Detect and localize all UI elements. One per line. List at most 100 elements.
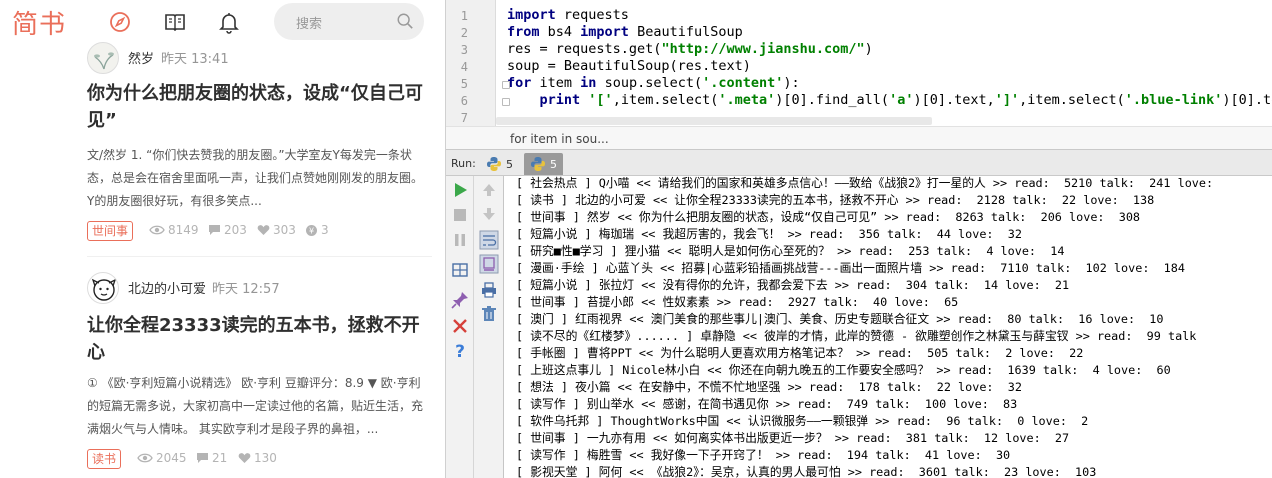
article-abstract: 文/然岁 1. “你们快去赞我的朋友圈。”大学室友Y每发完一条状态，总是会在宿舍… [87,148,424,208]
bell-icon[interactable] [217,10,241,34]
rerun-icon[interactable] [450,180,470,200]
article-card: 然岁 昨天 13:41 你为什么把朋友圈的状态，设成“仅自己可见” 文/然岁 1… [87,42,432,243]
views-stat: 8149 [149,223,199,237]
line-number: 5 [460,77,468,91]
run-tab-label: 5 [550,157,557,171]
help-icon[interactable]: ? [450,341,470,361]
line-number: 1 [460,9,468,23]
article-meta: 世间事 8149 203 303 ¥ 3 [87,221,432,243]
code-keyword: import [507,7,556,23]
code-token: soup = BeautifulSoup(res.text) [507,58,751,74]
code-string: "http://www.jianshu.com/" [661,41,865,57]
code-line[interactable]: import requests [507,7,629,23]
avatar-plant-icon [94,52,114,70]
pause-icon[interactable] [450,230,470,250]
ide-window: 1 2 3 4 5 6 7 import requests from bs4 im… [445,0,1272,478]
code-string: '[' [588,92,613,108]
heart-icon [257,225,270,235]
line-number: 7 [460,111,468,125]
code-token: ): [783,75,800,91]
breadcrumb-text[interactable]: for item in sou... [510,132,609,146]
article-title[interactable]: 让你全程23333读完的五本书，拯救不开心 [87,312,432,366]
article-card: 北边的小可爱 昨天 12:57 让你全程23333读完的五本书，拯救不开心 ① … [87,272,432,471]
search-icon[interactable] [396,12,414,30]
code-token: ,item.select( [612,92,719,108]
avatar[interactable] [87,42,119,74]
stop-icon[interactable] [450,205,470,225]
comments-count: 21 [212,451,228,465]
author-name[interactable]: 北边的小可爱 [128,278,206,297]
console-output-line: [ 读书 ] 北边的小可爱 << 让你全程23333读完的五本书，拯救不开心 >… [516,193,1155,207]
code-string: ']' [994,92,1020,108]
site-logo[interactable]: 简书 [12,4,66,41]
views-count: 8149 [168,223,199,237]
code-line[interactable]: res = requests.get("http://www.jianshu.c… [507,41,873,57]
comments-stat[interactable]: 21 [196,451,227,465]
code-token: )[0].tex [1222,92,1272,108]
trash-icon[interactable] [479,304,499,324]
code-editor[interactable]: 1 2 3 4 5 6 7 import requests from bs4 im… [446,0,1272,126]
run-tab[interactable]: 5 [480,153,519,175]
line-gutter: 1 2 3 4 5 6 7 [446,0,496,126]
author-name[interactable]: 然岁 [128,48,154,67]
code-keyword: for [507,75,532,91]
soft-wrap-icon[interactable] [479,230,499,250]
collection-tag[interactable]: 读书 [87,449,122,469]
console-output-line: [ 短篇小说 ] 梅珈瑞 << 我超厉害的，我会飞！ >> read: 356 … [516,227,1022,241]
code-token: ,item.select( [1019,92,1125,108]
code-line[interactable]: for item in soup.select('.content'): [507,75,800,91]
run-label: Run: [451,157,476,170]
pin-icon[interactable] [450,290,470,310]
line-number: 4 [460,60,468,74]
eye-icon [137,453,153,463]
post-time: 昨天 12:57 [212,282,280,297]
console-output-line: [ 漫画·手绘 ] 心蓝丫头 << 招募|心蓝彩铅插画挑战营---画出一面照片墙… [516,261,1185,275]
console-output-line: [ 澳门 ] 红雨视界 << 澳门美食的那些事儿|澳门、美食、历史专题联合征文 … [516,312,1164,326]
print-icon[interactable] [479,280,499,300]
likes-count: 303 [273,223,296,237]
search-placeholder: 搜索 [296,17,323,32]
scroll-up-icon[interactable] [479,180,499,200]
avatar[interactable] [87,272,119,304]
code-token: res = requests.get( [507,41,662,57]
article-title[interactable]: 你为什么把朋友圈的状态，设成“仅自己可见” [87,80,432,134]
layout-icon[interactable] [450,260,470,280]
coin-icon: ¥ [306,224,317,236]
comments-stat[interactable]: 203 [208,223,247,237]
article-abstract: ① 《欧·亨利短篇小说精选》 欧·亨利 豆瓣评分：8.9 ▼ 欧·亨利的短篇无需… [87,376,424,436]
search-input[interactable]: 搜索 [274,3,424,40]
post-time: 昨天 13:41 [161,52,229,67]
code-line[interactable]: from bs4 import BeautifulSoup [507,24,743,40]
book-icon[interactable] [163,10,187,34]
console-output-line: [ 世间事 ] 然岁 << 你为什么把朋友圈的状态，设成“仅自己可见” >> r… [516,210,1141,224]
heart-icon [238,453,251,463]
code-keyword: in [580,75,597,91]
code-keyword: print [539,92,581,108]
code-token: ) [864,41,873,57]
horizontal-scrollbar[interactable] [496,117,932,125]
run-console-output[interactable]: [ 社会热点 ] Q小喵 << 请给我们的国家和英雄多点信心！——致给《战狼2》… [504,176,1272,478]
compass-icon[interactable] [108,10,132,34]
likes-stat: 130 [238,451,277,465]
svg-text:¥: ¥ [309,226,314,235]
code-token: item [531,75,581,91]
run-toolbar: ? [446,176,474,478]
scroll-down-icon[interactable] [479,204,499,224]
article-divider [87,256,432,257]
scroll-to-end-icon[interactable] [479,254,499,274]
console-output-line: [ 研究■性■学习 ] 狸小猫 << 聪明人是如何伤心至死的？ >> read:… [516,244,1065,258]
code-string: '.content' [702,75,784,91]
close-icon[interactable] [450,316,470,336]
console-output-line: [ 世间事 ] 苔提小郎 << 性奴素素 >> read: 2927 talk:… [516,295,959,309]
console-output-line: [ 上班这点事儿 ] Nicole林小白 << 你还在向朝九晚五的工作要安全感吗… [516,363,1171,377]
code-line[interactable]: print '[',item.select('.meta')[0].find_a… [507,92,1272,108]
code-token: bs4 [539,24,581,40]
run-tab-active[interactable]: 5 [524,153,563,175]
code-token: BeautifulSoup [628,24,743,40]
site-header: 简书 搜索 [0,0,445,42]
console-output-line: [ 读写作 ] 梅胜雪 << 我好像一下子开窍了！ >> read: 194 t… [516,448,1011,462]
collection-tag[interactable]: 世间事 [87,221,134,241]
code-line[interactable]: soup = BeautifulSoup(res.text) [507,58,751,74]
console-output-line: [ 短篇小说 ] 张拉灯 << 没有得你的允许，我都会爱下去 >> read: … [516,278,1070,292]
